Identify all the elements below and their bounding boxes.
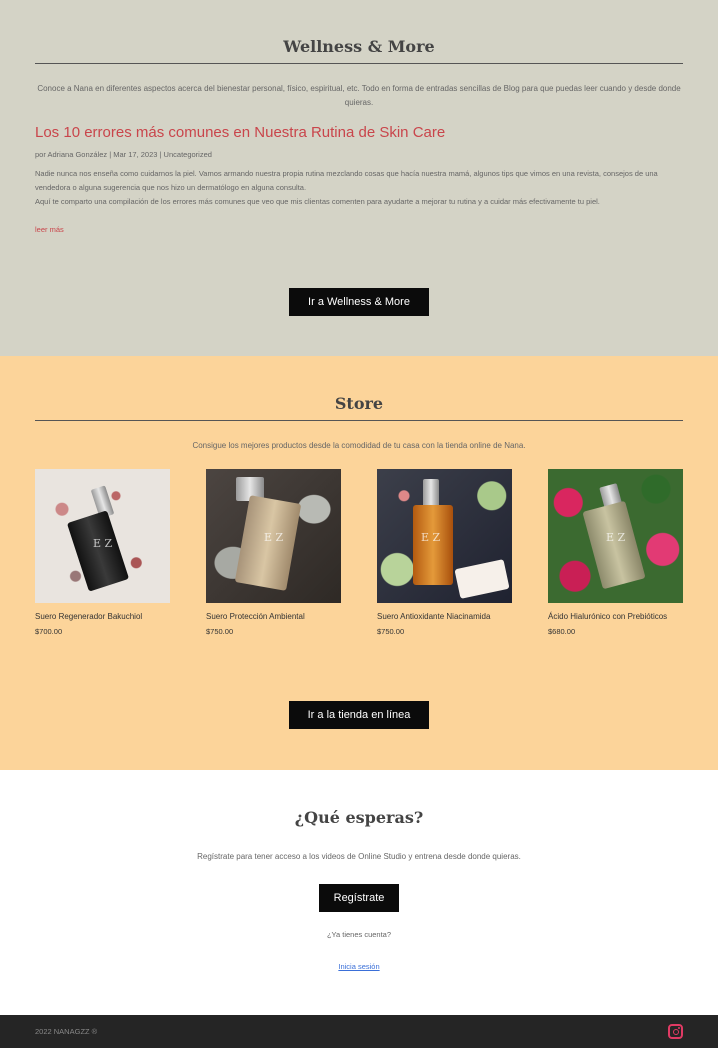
product-image[interactable]: E Z bbox=[35, 469, 170, 603]
product-name[interactable]: Suero Antioxidante Niacinamida bbox=[377, 612, 512, 621]
product-price: $750.00 bbox=[206, 627, 234, 636]
product-price: $680.00 bbox=[548, 627, 576, 636]
product-card[interactable]: E Z Suero Protección Ambiental $750.00 bbox=[206, 469, 341, 636]
blog-post-title-link[interactable]: Los 10 errores más comunes en Nuestra Ru… bbox=[35, 124, 445, 141]
blog-post-meta: por Adriana González | Mar 17, 2023 | Un… bbox=[35, 150, 212, 159]
product-image[interactable]: E Z bbox=[206, 469, 341, 603]
footer bbox=[0, 1015, 718, 1048]
product-image[interactable]: E Z bbox=[377, 469, 512, 603]
product-name[interactable]: Suero Regenerador Bakuchiol bbox=[35, 612, 170, 621]
account-question: ¿Ya tienes cuenta? bbox=[326, 930, 392, 939]
product-price: $700.00 bbox=[35, 627, 63, 636]
wellness-button[interactable]: Ir a Wellness & More bbox=[289, 288, 429, 316]
read-more-link[interactable]: leer más bbox=[35, 225, 64, 234]
wellness-description: Conoce a Nana en diferentes aspectos ace… bbox=[37, 84, 681, 107]
product-card[interactable]: E Z Ácido Hialurónico con Prebióticos $6… bbox=[548, 469, 683, 636]
wellness-title: Wellness & More bbox=[283, 37, 435, 56]
store-button[interactable]: Ir a la tienda en línea bbox=[289, 701, 429, 729]
store-description: Consigue los mejores productos desde la … bbox=[192, 441, 526, 450]
register-button[interactable]: Regístrate bbox=[319, 884, 399, 912]
signup-description: Regístrate para tener acceso a los video… bbox=[197, 852, 521, 861]
product-name[interactable]: Ácido Hialurónico con Prebióticos bbox=[548, 612, 683, 621]
instagram-icon[interactable] bbox=[668, 1024, 683, 1039]
wellness-divider bbox=[35, 63, 683, 64]
product-price: $750.00 bbox=[377, 627, 405, 636]
blog-post-excerpt: Nadie nunca nos enseña como cuidarnos la… bbox=[35, 167, 680, 209]
product-image[interactable]: E Z bbox=[548, 469, 683, 603]
product-name[interactable]: Suero Protección Ambiental bbox=[206, 612, 341, 621]
blog-post-excerpt-p1: Nadie nunca nos enseña como cuidarnos la… bbox=[35, 169, 658, 192]
login-link[interactable]: Inicia sesión bbox=[0, 962, 718, 971]
copyright-text: 2022 NANAGZZ ® bbox=[35, 1027, 98, 1036]
blog-post-excerpt-p2: Aquí te comparto una compilación de los … bbox=[35, 197, 600, 206]
store-divider bbox=[35, 420, 683, 421]
signup-title: ¿Qué esperas? bbox=[294, 808, 424, 827]
product-card[interactable]: E Z Suero Antioxidante Niacinamida $750.… bbox=[377, 469, 512, 636]
store-title: Store bbox=[334, 394, 384, 413]
product-card[interactable]: E Z Suero Regenerador Bakuchiol $700.00 bbox=[35, 469, 170, 636]
